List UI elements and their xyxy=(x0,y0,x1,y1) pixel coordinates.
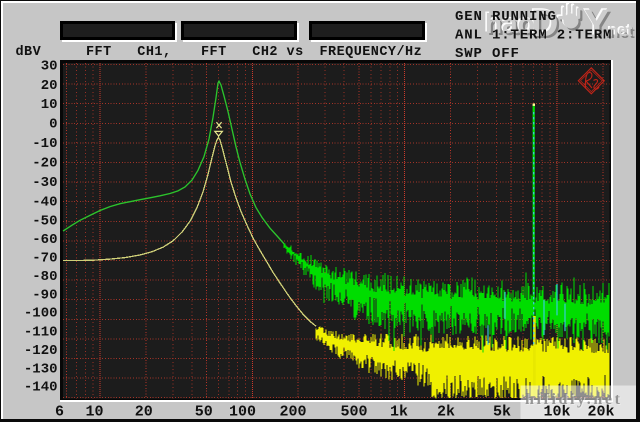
svg-text:100: 100 xyxy=(229,404,256,421)
svg-text:-110: -110 xyxy=(24,324,58,340)
svg-text:-70: -70 xyxy=(32,251,57,267)
svg-text:-30: -30 xyxy=(32,175,57,191)
svg-text:hifidiy.net: hifidiy.net xyxy=(525,391,623,408)
svg-text:ANL 1:TERM 2:TERM: ANL 1:TERM 2:TERM xyxy=(455,28,612,44)
svg-text:-40: -40 xyxy=(32,194,57,210)
svg-text:10: 10 xyxy=(85,404,103,421)
svg-text:dBV: dBV xyxy=(16,45,42,60)
svg-text:-90: -90 xyxy=(32,287,57,303)
svg-text:-80: -80 xyxy=(32,269,57,285)
svg-text:-50: -50 xyxy=(32,214,57,230)
svg-text:GEN RUNNING: GEN RUNNING xyxy=(455,9,557,25)
svg-text:SWP OFF: SWP OFF xyxy=(455,46,520,62)
svg-text:200: 200 xyxy=(279,404,306,421)
svg-text:-60: -60 xyxy=(32,232,57,248)
svg-text:FREQUENCY/Hz: FREQUENCY/Hz xyxy=(320,45,423,60)
svg-text:-100: -100 xyxy=(24,306,58,322)
svg-text:-20: -20 xyxy=(32,156,57,172)
svg-text:6: 6 xyxy=(55,404,64,421)
svg-text:-120: -120 xyxy=(24,343,58,359)
svg-text:50: 50 xyxy=(195,404,213,421)
svg-text:20: 20 xyxy=(135,404,153,421)
svg-text:30: 30 xyxy=(41,58,58,74)
svg-text:20: 20 xyxy=(41,78,58,94)
svg-text:FFT CH1,: FFT CH1, xyxy=(86,45,172,60)
svg-text:FFT CH2 vs: FFT CH2 vs xyxy=(201,45,304,60)
svg-text:-10: -10 xyxy=(32,136,57,152)
svg-text:0: 0 xyxy=(49,117,57,133)
svg-text:1k: 1k xyxy=(390,404,408,421)
svg-text:500: 500 xyxy=(340,404,367,421)
svg-text:10: 10 xyxy=(41,97,58,113)
svg-text:5k: 5k xyxy=(493,404,511,421)
svg-text:-130: -130 xyxy=(24,362,58,378)
svg-text:-140: -140 xyxy=(24,380,58,396)
svg-text:2k: 2k xyxy=(437,404,455,421)
